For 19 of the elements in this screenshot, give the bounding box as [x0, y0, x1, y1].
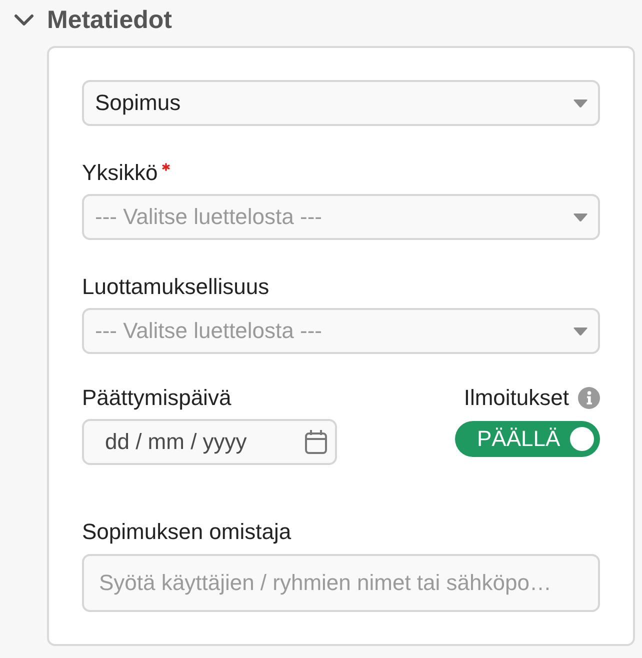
- field-label: Luottamuksellisuus: [82, 273, 270, 301]
- field-label: Sopimuksen omistaja: [82, 518, 292, 546]
- field-label: Päättymispäivä: [82, 384, 232, 412]
- field-label: Yksikkö: [82, 159, 158, 187]
- caret-icon: [573, 98, 588, 108]
- section-title: Metatiedot: [47, 5, 172, 35]
- field-label: Ilmoitukset: [464, 384, 569, 412]
- caret-icon: [573, 212, 588, 222]
- info-icon[interactable]: [578, 387, 600, 409]
- dropdown[interactable]: Sopimus: [82, 80, 600, 126]
- knob-icon: [570, 427, 594, 451]
- caret-icon: [573, 326, 588, 336]
- dropdown[interactable]: --- Valitse luettelosta ---: [82, 308, 600, 354]
- calendar-icon[interactable]: [305, 430, 327, 454]
- input-field[interactable]: Syötä käyttäjien / ryhmien nimet tai sähköpo…: [82, 554, 600, 612]
- chevron-down-icon[interactable]: [14, 14, 34, 26]
- date-field[interactable]: dd / mm / yyyy: [82, 419, 337, 465]
- dropdown[interactable]: --- Valitse luettelosta ---: [82, 194, 600, 240]
- toggle-switch[interactable]: PÄÄLLÄ: [455, 421, 600, 457]
